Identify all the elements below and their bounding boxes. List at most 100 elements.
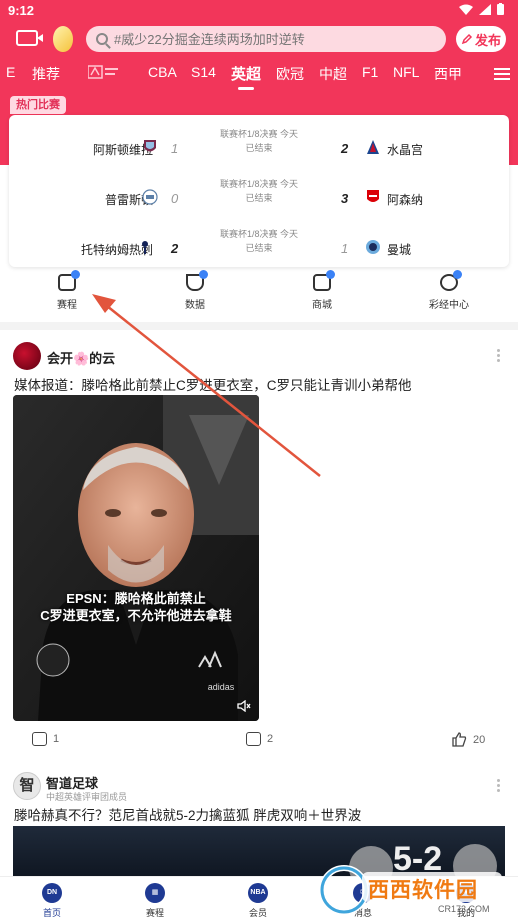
nba-icon: NBA	[248, 883, 268, 903]
share-button[interactable]: 1	[32, 732, 59, 746]
nav-label: 赛程	[145, 908, 164, 918]
quick-nav: 赛程 数据 商城 彩经中心	[0, 270, 518, 318]
thumbs-up-icon	[452, 732, 467, 747]
match-round: 联赛杯1/8决赛 今天	[219, 179, 298, 189]
home-score: 0	[171, 191, 179, 206]
away-score: 2	[341, 141, 349, 156]
avatar[interactable]	[13, 342, 41, 370]
category-tabs: E 推荐 CBA S14 英超 欧冠 中超 F1 NFL 西甲	[0, 58, 518, 90]
home-score: 1	[171, 141, 179, 156]
video-thumbnail: adidas	[13, 395, 259, 721]
post-author[interactable]: 会开🌸的云	[47, 348, 115, 367]
status-bar: 9:12	[0, 0, 518, 22]
section-divider	[0, 322, 518, 330]
arsenal-logo-icon	[367, 190, 379, 202]
status-icons	[459, 3, 504, 15]
like-button[interactable]: 20	[452, 732, 485, 747]
publish-label: 发布	[474, 32, 501, 48]
tab-champions-league[interactable]: 欧冠	[276, 64, 304, 84]
mute-icon[interactable]	[237, 700, 251, 712]
quick-nav-schedule[interactable]: 赛程	[27, 270, 107, 311]
status-time: 9:12	[8, 3, 35, 18]
nav-label: 会员	[248, 908, 267, 918]
pen-icon	[461, 33, 473, 45]
video-camera-icon[interactable]	[16, 30, 43, 46]
video-caption-line: C罗进更衣室，不允许他进去拿鞋	[40, 608, 232, 623]
lottery-icon	[440, 270, 462, 291]
post-title[interactable]: 滕哈赫真不行？范尼首战就5-2力擒蓝狐 胖虎双响＋世界波	[14, 804, 361, 824]
tab-recommend[interactable]: 推荐	[32, 64, 60, 84]
quick-nav-label: 赛程	[57, 300, 77, 311]
aston-villa-logo-icon	[144, 140, 156, 152]
publish-button[interactable]: 发布	[456, 26, 506, 52]
watermark-url: CR173.COM	[438, 904, 490, 914]
match-status: 已结束	[245, 143, 273, 153]
search-icon	[96, 33, 108, 45]
video-player[interactable]: adidas EPSN：滕哈格此前禁止 C罗进更衣室，不允许他进去拿鞋	[13, 395, 259, 721]
top-header: 发布	[0, 22, 518, 56]
tab-la-liga[interactable]: 西甲	[434, 64, 462, 84]
away-team: 曼城	[387, 243, 412, 257]
league-logo-icon	[87, 65, 118, 79]
search-input[interactable]	[114, 31, 434, 47]
quick-nav-lottery[interactable]: 彩经中心	[409, 270, 489, 311]
nav-member[interactable]: NBA 会员	[228, 883, 288, 919]
menu-icon[interactable]	[494, 68, 510, 80]
match-round: 联赛杯1/8决赛 今天	[219, 129, 298, 139]
share-count: 1	[53, 733, 60, 745]
schedule-icon: ▦	[145, 883, 165, 903]
avatar[interactable]: 智	[13, 772, 41, 800]
home-score: 2	[171, 241, 179, 256]
match-info: 联赛杯1/8决赛 今天 已结束	[199, 177, 319, 205]
watermark-text: 西西软件园	[368, 879, 478, 902]
match-row[interactable]: 阿斯顿维拉 1 联赛杯1/8决赛 今天 已结束 2 水晶宫	[9, 119, 509, 169]
tab-league-logo[interactable]	[87, 65, 120, 79]
match-info: 联赛杯1/8决赛 今天 已结束	[199, 127, 319, 155]
quick-nav-shop[interactable]: 商城	[282, 270, 362, 311]
home-icon: DN	[42, 883, 62, 903]
tab-premier-league[interactable]: 英超	[231, 63, 261, 90]
shop-icon	[313, 270, 335, 291]
match-row[interactable]: 托特纳姆热刺 2 联赛杯1/8决赛 今天 已结束 1 曼城	[9, 219, 509, 269]
tab-s14[interactable]: S14	[191, 64, 216, 80]
quick-nav-data[interactable]: 数据	[155, 270, 235, 311]
comment-icon	[246, 732, 261, 746]
tab-nfl[interactable]: NFL	[393, 64, 419, 80]
away-team: 水晶宫	[387, 143, 424, 157]
tab-csl[interactable]: 中超	[319, 64, 347, 84]
hot-matches-card: 阿斯顿维拉 1 联赛杯1/8决赛 今天 已结束 2 水晶宫 普雷斯顿 0 联赛杯…	[9, 115, 509, 267]
battery-icon	[497, 3, 504, 15]
nav-schedule[interactable]: ▦ 赛程	[125, 883, 185, 919]
share-icon	[32, 732, 47, 746]
video-caption-line: EPSN：滕哈格此前禁止	[66, 591, 206, 606]
away-score: 3	[341, 191, 349, 206]
tab-partial[interactable]: E	[6, 64, 15, 80]
comment-count: 2	[267, 733, 274, 745]
match-row[interactable]: 普雷斯顿 0 联赛杯1/8决赛 今天 已结束 3 阿森纳	[9, 169, 509, 219]
away-team: 阿森纳	[387, 193, 424, 207]
match-status: 已结束	[245, 193, 273, 203]
tab-f1[interactable]: F1	[362, 64, 378, 80]
svg-text:adidas: adidas	[208, 682, 235, 692]
like-count: 20	[473, 733, 486, 746]
away-score: 1	[341, 241, 349, 256]
match-info: 联赛杯1/8决赛 今天 已结束	[199, 227, 319, 255]
video-caption: EPSN：滕哈格此前禁止 C罗进更衣室，不允许他进去拿鞋	[13, 590, 259, 624]
author-subtitle: 中超英雄评审团成员	[46, 792, 128, 802]
egg-reward-icon[interactable]	[53, 26, 73, 52]
match-round: 联赛杯1/8决赛 今天	[219, 229, 298, 239]
more-options-icon[interactable]	[497, 349, 500, 362]
nav-home[interactable]: DN 首页	[22, 883, 82, 919]
watermark: 西西软件园 CR173.COM	[318, 862, 508, 916]
comment-button[interactable]: 2	[246, 732, 273, 746]
trophy-icon	[186, 270, 208, 291]
hot-matches-badge: 热门比赛	[10, 96, 66, 114]
more-options-icon[interactable]	[497, 779, 500, 792]
nav-label: 首页	[42, 908, 61, 918]
tab-cba[interactable]: CBA	[148, 64, 177, 80]
search-bar[interactable]	[86, 26, 446, 52]
signal-icon	[479, 3, 491, 15]
preston-logo-icon	[142, 189, 158, 205]
post-title[interactable]: 媒体报道：滕哈格此前禁止C罗进更衣室，C罗只能让青训小弟帮他	[14, 374, 412, 394]
man-city-logo-icon	[366, 240, 380, 254]
